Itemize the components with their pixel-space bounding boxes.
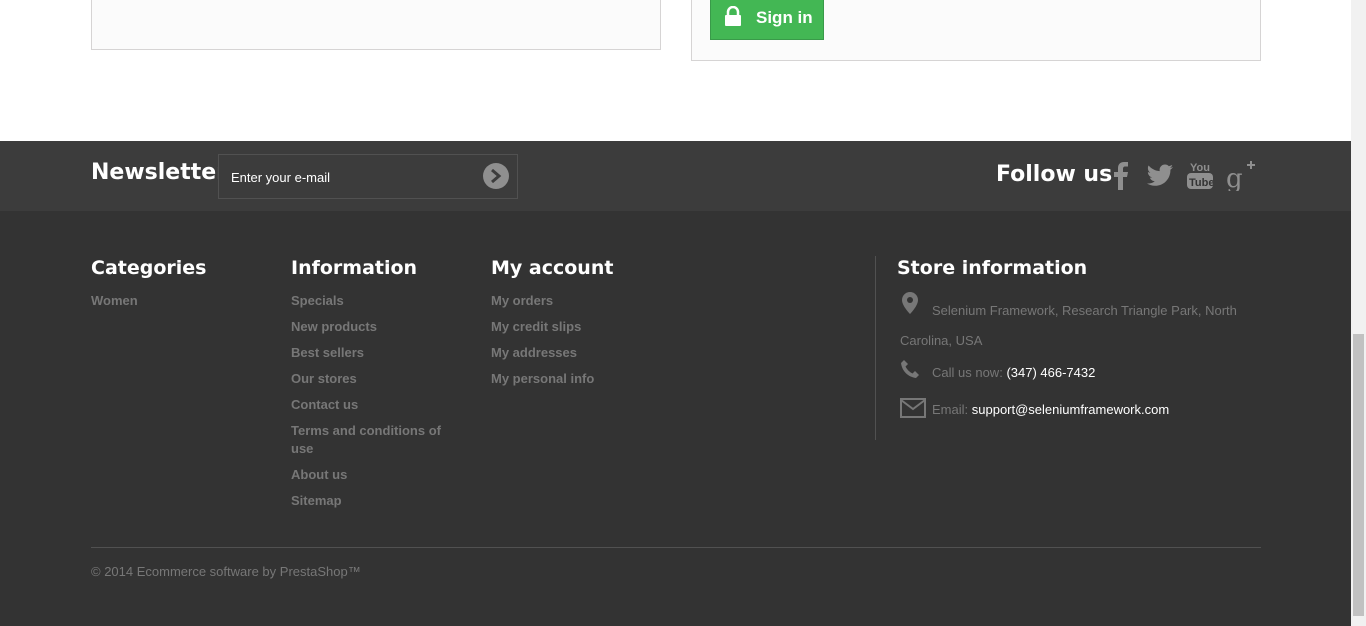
- chevron-right-icon: [491, 169, 502, 183]
- information-link[interactable]: Our stores: [291, 370, 461, 388]
- store-phone: (347) 466-7432: [1006, 365, 1096, 380]
- store-phone-line: Call us now: (347) 466-7432: [932, 365, 1095, 380]
- store-divider: [875, 256, 876, 440]
- page-scrollbar[interactable]: [1351, 0, 1366, 626]
- newsletter-title: Newsletter: [91, 160, 228, 185]
- account-link[interactable]: My addresses: [491, 344, 661, 362]
- information-link[interactable]: Sitemap: [291, 492, 461, 510]
- category-link[interactable]: Women: [91, 292, 261, 310]
- information-link[interactable]: Best sellers: [291, 344, 461, 362]
- newsletter-submit-button[interactable]: [483, 163, 509, 189]
- information-link[interactable]: Terms and conditions of use: [291, 422, 461, 458]
- my-account-title: My account: [491, 257, 614, 279]
- svg-text:g: g: [1226, 164, 1243, 191]
- sign-in-label: Sign in: [756, 7, 813, 27]
- envelope-icon: [900, 398, 926, 423]
- information-link[interactable]: About us: [291, 466, 461, 484]
- sign-in-button[interactable]: Sign in: [710, 0, 824, 40]
- svg-text:You: You: [1190, 162, 1210, 174]
- account-link[interactable]: My orders: [491, 292, 661, 310]
- follow-us-title: Follow us: [996, 162, 1113, 187]
- twitter-icon[interactable]: [1144, 160, 1176, 192]
- google-plus-icon[interactable]: g: [1225, 160, 1257, 192]
- categories-title: Categories: [91, 257, 207, 279]
- facebook-icon[interactable]: [1105, 160, 1137, 192]
- lock-icon: [711, 0, 757, 38]
- email-label: Email:: [932, 402, 969, 417]
- store-address: Selenium Framework, Research Triangle Pa…: [900, 303, 1237, 348]
- copyright-text[interactable]: © 2014 Ecommerce software by PrestaShop™: [91, 564, 361, 579]
- store-email-link[interactable]: support@seleniumframework.com: [972, 402, 1169, 417]
- store-information-title: Store information: [897, 257, 1088, 279]
- svg-text:Tube: Tube: [1189, 177, 1213, 189]
- call-us-label: Call us now:: [932, 365, 1003, 380]
- information-link[interactable]: Specials: [291, 292, 461, 310]
- categories-list: Women: [91, 292, 261, 318]
- account-link[interactable]: My personal info: [491, 370, 661, 388]
- footer-divider: [91, 547, 1261, 548]
- my-account-list: My orders My credit slips My addresses M…: [491, 292, 661, 396]
- create-account-panel: [91, 0, 661, 50]
- account-link[interactable]: My credit slips: [491, 318, 661, 336]
- information-list: Specials New products Best sellers Our s…: [291, 292, 461, 518]
- information-link[interactable]: New products: [291, 318, 461, 336]
- information-title: Information: [291, 257, 418, 279]
- newsletter-email-input[interactable]: [231, 167, 471, 187]
- information-link[interactable]: Contact us: [291, 396, 461, 414]
- phone-icon: [900, 360, 922, 385]
- store-email-line: Email: support@seleniumframework.com: [932, 402, 1169, 417]
- youtube-icon[interactable]: You Tube: [1184, 158, 1216, 192]
- newsletter-form: [218, 154, 518, 199]
- scrollbar-thumb[interactable]: [1353, 334, 1364, 616]
